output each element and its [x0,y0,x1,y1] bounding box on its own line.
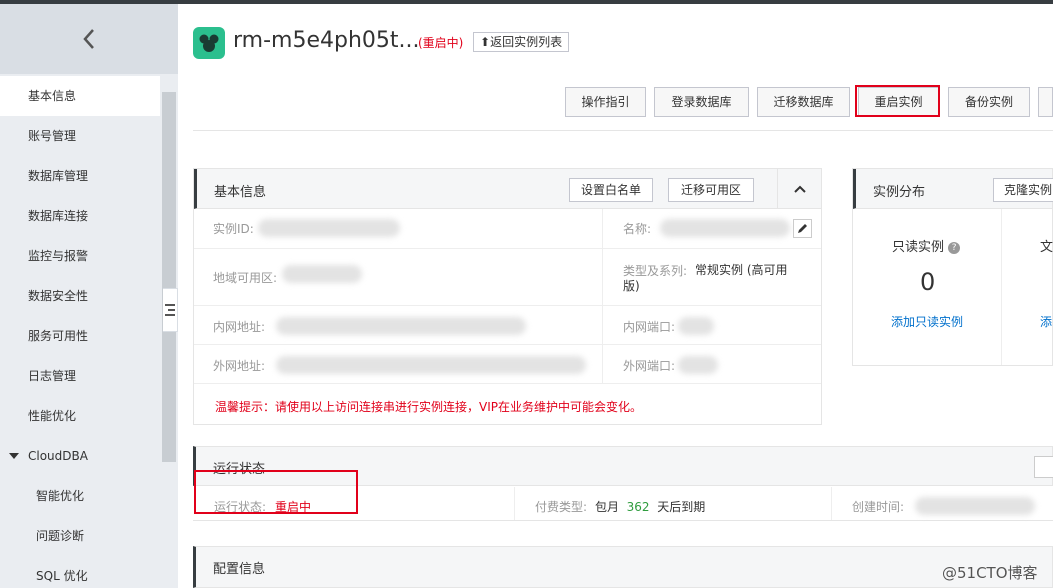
clone-instance-button[interactable]: 克隆实例 [993,178,1053,202]
rds-logo [193,27,225,59]
run-status-label: 运行状态: [214,500,267,514]
database-instance-icon [199,34,219,52]
region-label: 地域可用区: [213,271,278,285]
backup-instance-button[interactable]: 备份实例 [948,87,1030,117]
distribution-divider [1001,209,1002,365]
grid-hline [194,305,821,306]
internet-port-label: 外网端口: [623,359,676,373]
internet-address-redacted [276,356,586,374]
whitelist-button[interactable]: 设置白名单 [569,178,653,202]
connection-warning: 温馨提示：请使用以上访问连接串进行实例连接，VIP在业务维护中可能会变化。 [215,400,642,414]
second-column-heading-fragment: 文 [1040,240,1053,255]
instance-title: rm-m5e4ph05t... [233,28,420,53]
second-column-link-fragment[interactable]: 添 [1040,313,1052,330]
created-time-label: 创建时间: [852,500,905,514]
distribution-title: 实例分布 [873,185,926,200]
sidebar-item-security[interactable]: 数据安全性 [0,276,160,316]
pencil-icon [798,224,807,233]
migrate-database-button[interactable]: 迁移数据库 [757,87,850,117]
pay-type-value: 包月 362 天后到期 [595,500,706,514]
intranet-address-label: 内网地址: [213,320,266,334]
instance-status-tag: (重启中) [418,36,464,50]
arrow-up-icon: ⬆ [480,35,491,49]
sidebar-item-performance[interactable]: 性能优化 [0,396,160,436]
sidebar-item-databases[interactable]: 数据库管理 [0,156,160,196]
watermark: @51CTO博客 [942,564,1038,582]
header-divider [193,130,1053,131]
back-to-list-button[interactable]: ⬆返回实例列表 [473,32,570,52]
sidebar-toggle-button[interactable] [163,288,178,332]
created-time-redacted [915,497,1035,515]
sidebar-item-logs[interactable]: 日志管理 [0,356,160,396]
days-left: 362 [626,500,650,514]
run-status-bottom-line [193,520,1053,521]
readonly-count: 0 [920,268,936,296]
instance-id-label: 实例ID: [213,222,254,236]
name-value-redacted [660,219,790,237]
chevron-left-icon [83,29,94,49]
help-icon[interactable]: ? [948,241,961,254]
more-button[interactable] [1038,87,1053,117]
grid-hline [194,344,821,345]
readonly-instances-heading: 只读实例 ? [892,236,961,255]
caret-down-icon [9,453,19,459]
sidebar-item-connections[interactable]: 数据库连接 [0,196,160,236]
region-value-redacted [282,265,362,283]
menu-collapse-icon [165,304,175,316]
sidebar-item-availability[interactable]: 服务可用性 [0,316,160,356]
config-title: 配置信息 [213,562,266,577]
login-database-button[interactable]: 登录数据库 [654,87,749,117]
grid-hline [194,248,821,249]
intranet-port-label: 内网端口: [623,320,676,334]
sidebar-item-sql-optimize[interactable]: SQL 优化 [0,556,160,588]
run-status-col-line [514,487,515,520]
type-value: 常规实例 (高可用版) [623,263,788,293]
distribution-card: 实例分布 克隆实例 [852,168,1053,366]
basic-info-title: 基本信息 [214,185,267,200]
add-readonly-link[interactable]: 添加只读实例 [891,313,963,330]
intranet-port-redacted [678,317,714,335]
intranet-address-redacted [276,317,526,335]
run-status-header: 运行状态 [193,446,1053,486]
name-label: 名称: [623,222,652,236]
run-status-title: 运行状态 [213,462,266,477]
back-chevron-button[interactable] [0,4,178,74]
sidebar-item-smart-optimize[interactable]: 智能优化 [0,476,160,516]
instance-id-value-redacted [258,219,400,237]
migrate-zone-button[interactable]: 迁移可用区 [668,178,754,202]
restart-instance-button[interactable]: 重启实例 [858,87,939,117]
internet-address-label: 外网地址: [213,359,266,373]
run-status-action-button[interactable] [1034,456,1053,478]
basic-info-header: 基本信息 设置白名单 迁移可用区 [194,169,821,209]
guide-button[interactable]: 操作指引 [565,87,646,117]
sidebar-item-label: CloudDBA [28,449,88,463]
internet-port-redacted [678,356,718,374]
config-header: 配置信息 [193,546,1053,588]
basic-info-card: 基本信息 设置白名单 迁移可用区 [193,168,822,425]
chevron-up-icon [793,185,806,193]
grid-vline [602,209,603,383]
run-status-col-line [831,487,832,520]
distribution-header: 实例分布 克隆实例 [853,169,1053,209]
sidebar: 基本信息 账号管理 数据库管理 数据库连接 监控与报警 数据安全性 服务可用性 … [0,4,178,588]
run-status-value: 重启中 [275,500,312,514]
sidebar-item-diagnosis[interactable]: 问题诊断 [0,516,160,556]
sidebar-item-monitoring[interactable]: 监控与报警 [0,236,160,276]
sidebar-item-basic-info[interactable]: 基本信息 [0,76,160,116]
grid-hline [194,383,821,384]
sidebar-item-clouddba[interactable]: CloudDBA [0,436,160,476]
collapse-button[interactable] [777,169,821,209]
sidebar-item-accounts[interactable]: 账号管理 [0,116,160,156]
sidebar-scrollbar[interactable] [162,92,176,462]
edit-name-button[interactable] [793,219,812,238]
pay-type-label: 付费类型: [535,500,588,514]
